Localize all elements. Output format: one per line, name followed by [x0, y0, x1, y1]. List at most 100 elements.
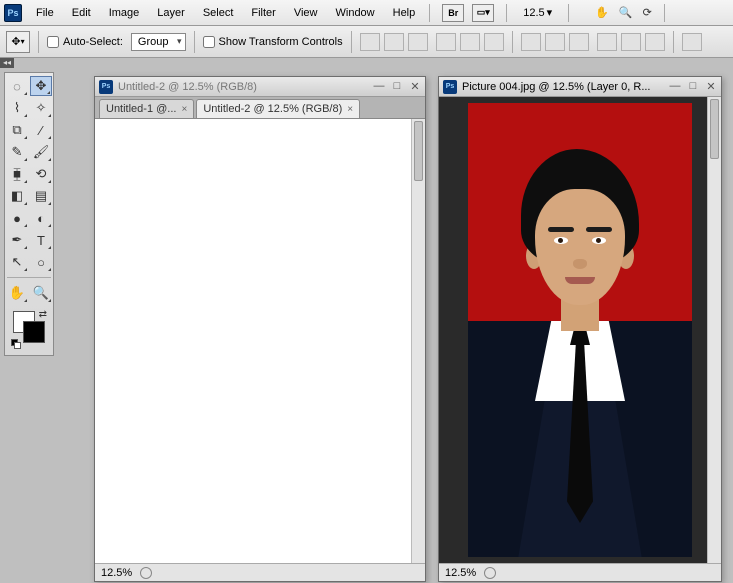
menu-window[interactable]: Window	[328, 3, 383, 23]
scrollbar-thumb[interactable]	[710, 99, 719, 159]
path-selection-tool[interactable]: ↖	[6, 252, 28, 272]
vertical-scrollbar[interactable]	[707, 97, 721, 563]
align-bottom-icon[interactable]	[408, 33, 428, 51]
screen-mode-button[interactable]: ▭▾	[472, 4, 494, 22]
chevron-down-icon: ▾	[547, 6, 553, 19]
maximize-button[interactable]: □	[687, 80, 699, 93]
close-icon[interactable]: ×	[347, 104, 353, 115]
divider	[7, 277, 51, 278]
scrollbar-thumb[interactable]	[414, 121, 423, 181]
titlebar[interactable]: Ps Untitled-2 @ 12.5% (RGB/8) — □ ✕	[95, 77, 425, 97]
menu-help[interactable]: Help	[385, 3, 424, 23]
default-colors-icon[interactable]	[11, 339, 21, 349]
align-group-2	[436, 33, 504, 51]
zoom-icon[interactable]: 🔍	[619, 6, 633, 19]
crop-tool[interactable]: ⧉	[6, 120, 28, 140]
panel-collapse-handle[interactable]: ◂◂	[0, 58, 14, 68]
close-icon[interactable]: ×	[181, 104, 187, 115]
auto-select-input[interactable]	[47, 36, 59, 48]
distribute-hcenter-icon[interactable]	[621, 33, 641, 51]
minimize-button[interactable]: —	[373, 80, 385, 93]
document-window-untitled[interactable]: Ps Untitled-2 @ 12.5% (RGB/8) — □ ✕ Unti…	[94, 76, 426, 582]
divider	[568, 4, 569, 22]
auto-align-icon[interactable]	[682, 33, 702, 51]
align-left-icon[interactable]	[436, 33, 456, 51]
close-button[interactable]: ✕	[409, 80, 421, 93]
divider	[38, 31, 39, 53]
align-hcenter-icon[interactable]	[460, 33, 480, 51]
pen-tool[interactable]: ✒	[6, 230, 28, 250]
divider	[429, 4, 430, 22]
status-zoom[interactable]: 12.5%	[445, 567, 476, 579]
background-color[interactable]	[23, 321, 45, 343]
rotate-indicator-icon[interactable]	[140, 567, 152, 579]
zoom-tool[interactable]: 🔍	[30, 283, 52, 303]
magic-wand-tool[interactable]: ✧	[30, 98, 52, 118]
distribute-left-icon[interactable]	[597, 33, 617, 51]
close-button[interactable]: ✕	[705, 80, 717, 93]
align-top-icon[interactable]	[360, 33, 380, 51]
brush-tool[interactable]: 🖌	[30, 142, 52, 162]
zoom-value: 12.5	[523, 7, 544, 19]
window-title: Untitled-2 @ 12.5% (RGB/8)	[118, 81, 368, 93]
active-tool-indicator[interactable]: ✥▾	[6, 31, 30, 53]
divider	[664, 4, 665, 22]
rotate-indicator-icon[interactable]	[484, 567, 496, 579]
auto-select-checkbox[interactable]: Auto-Select:	[47, 36, 123, 48]
show-transform-checkbox[interactable]: Show Transform Controls	[203, 36, 343, 48]
history-brush-tool[interactable]: ⟲	[30, 164, 52, 184]
divider	[506, 4, 507, 22]
auto-align-group	[682, 33, 702, 51]
divider	[194, 31, 195, 53]
canvas-area[interactable]	[95, 119, 425, 563]
hand-tool[interactable]: ✋	[6, 283, 28, 303]
menu-layer[interactable]: Layer	[149, 3, 193, 23]
distribute-top-icon[interactable]	[521, 33, 541, 51]
eyedropper-tool[interactable]: ∕	[30, 120, 52, 140]
eraser-tool[interactable]: ◧	[6, 186, 28, 206]
type-tool[interactable]: T	[30, 230, 52, 250]
canvas-area[interactable]	[439, 97, 721, 563]
bridge-button[interactable]: Br	[442, 4, 464, 22]
show-transform-label: Show Transform Controls	[219, 36, 343, 48]
hand-icon[interactable]: ✋	[595, 6, 609, 19]
menu-image[interactable]: Image	[101, 3, 148, 23]
tab-untitled-1[interactable]: Untitled-1 @... ×	[99, 99, 194, 118]
titlebar[interactable]: Ps Picture 004.jpg @ 12.5% (Layer 0, R..…	[439, 77, 721, 97]
lasso-tool[interactable]: ⌇	[6, 98, 28, 118]
distribute-bottom-icon[interactable]	[569, 33, 589, 51]
blur-tool[interactable]: ●	[6, 208, 28, 228]
menu-filter[interactable]: Filter	[243, 3, 283, 23]
clone-stamp-tool[interactable]: ⧯	[6, 164, 28, 184]
document-window-picture[interactable]: Ps Picture 004.jpg @ 12.5% (Layer 0, R..…	[438, 76, 722, 582]
tab-untitled-2[interactable]: Untitled-2 @ 12.5% (RGB/8) ×	[196, 99, 360, 118]
app-logo[interactable]: Ps	[4, 4, 22, 22]
minimize-button[interactable]: —	[669, 80, 681, 93]
tools-palette[interactable]: ◌✥⌇✧⧉∕✎🖌⧯⟲◧▤●◐✒T↖○✋🔍 ⇄	[4, 72, 54, 356]
auto-select-dropdown[interactable]: Group	[131, 33, 186, 51]
divider	[512, 31, 513, 53]
maximize-button[interactable]: □	[391, 80, 403, 93]
menu-file[interactable]: File	[28, 3, 62, 23]
dodge-tool[interactable]: ◐	[30, 208, 52, 228]
gradient-tool[interactable]: ▤	[30, 186, 52, 206]
align-vcenter-icon[interactable]	[384, 33, 404, 51]
menu-edit[interactable]: Edit	[64, 3, 99, 23]
align-right-icon[interactable]	[484, 33, 504, 51]
menu-view[interactable]: View	[286, 3, 326, 23]
zoom-level[interactable]: 12.5 ▾	[519, 6, 556, 19]
menu-select[interactable]: Select	[195, 3, 242, 23]
move-tool[interactable]: ✥	[30, 76, 52, 96]
status-zoom[interactable]: 12.5%	[101, 567, 132, 579]
rotate-view-icon[interactable]: ⟳	[643, 6, 652, 19]
shape-tool[interactable]: ○	[30, 252, 52, 272]
distribute-right-icon[interactable]	[645, 33, 665, 51]
marquee-tool[interactable]: ◌	[6, 76, 28, 96]
vertical-scrollbar[interactable]	[411, 119, 425, 563]
healing-brush-tool[interactable]: ✎	[6, 142, 28, 162]
distribute-group-2	[597, 33, 665, 51]
distribute-vcenter-icon[interactable]	[545, 33, 565, 51]
show-transform-input[interactable]	[203, 36, 215, 48]
swap-colors-icon[interactable]: ⇄	[39, 309, 47, 320]
document-tabs: Untitled-1 @... × Untitled-2 @ 12.5% (RG…	[95, 97, 425, 119]
